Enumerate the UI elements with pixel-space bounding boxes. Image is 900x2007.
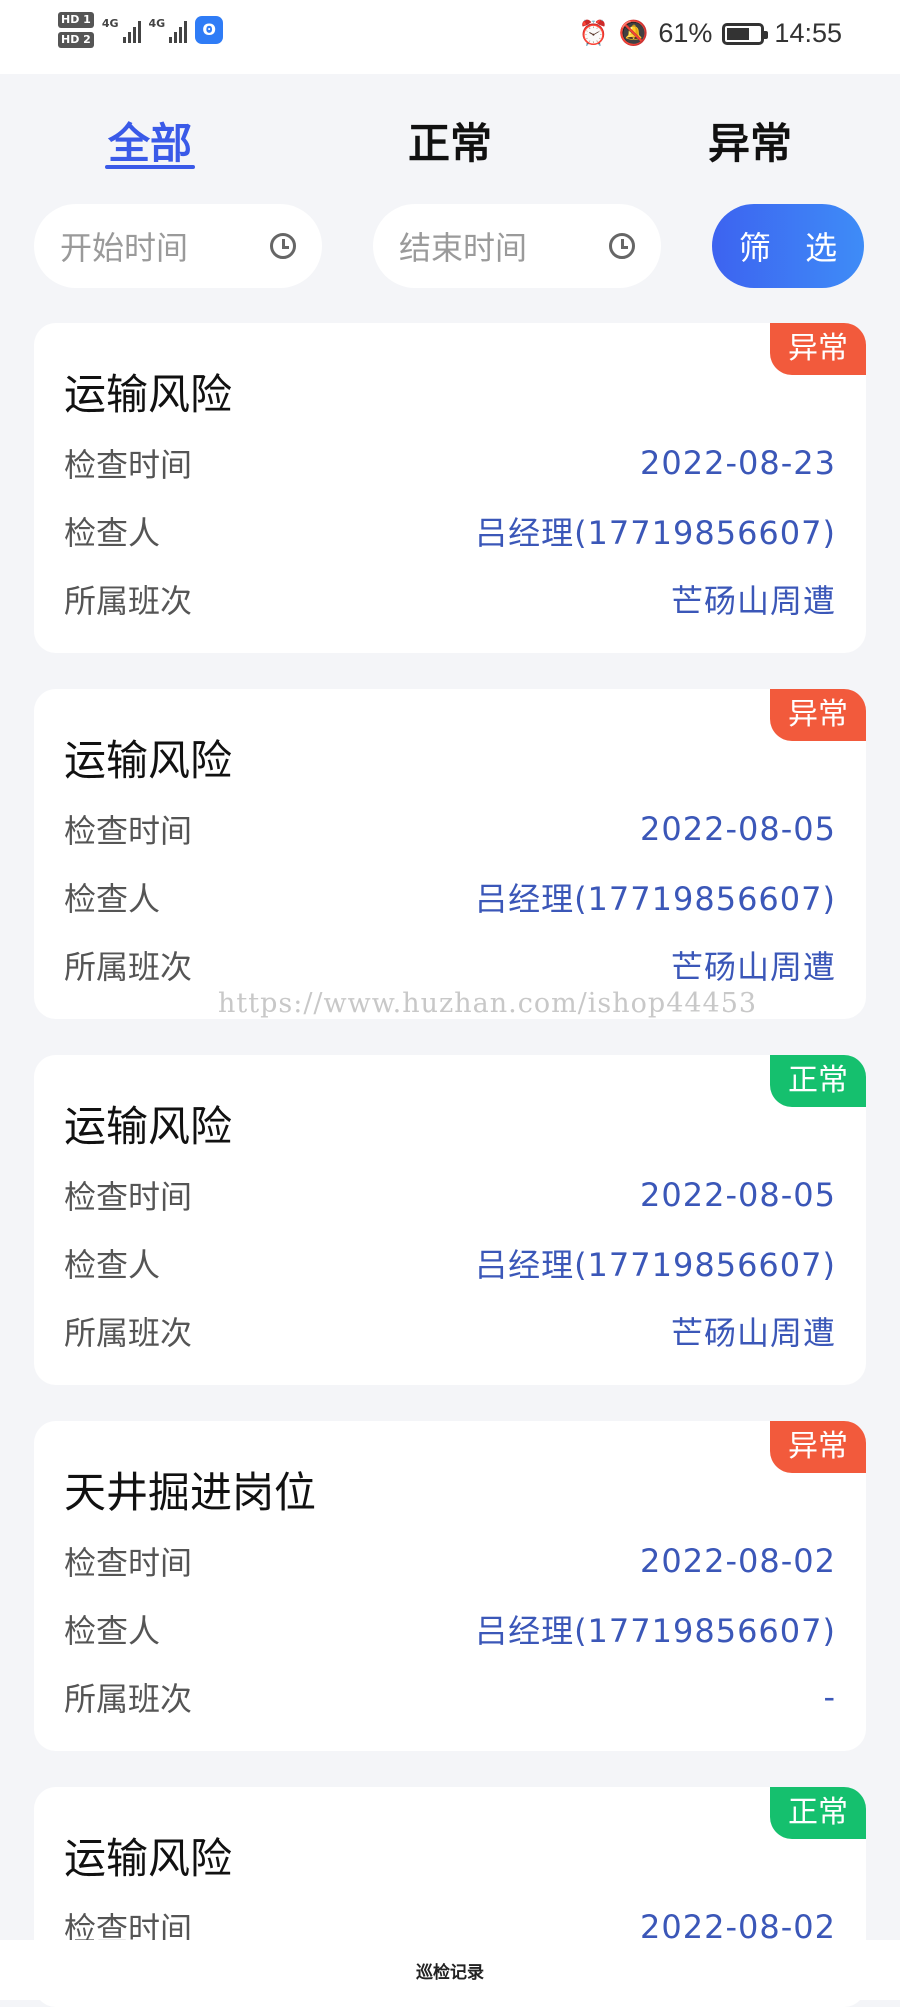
filter-button[interactable]: 筛 选 [712, 204, 864, 288]
clock-icon [270, 233, 296, 259]
inspector-row: 检查人 吕经理(17719856607) [64, 1243, 836, 1284]
inspector-label: 检查人 [64, 1246, 161, 1284]
tab-abnormal[interactable]: 异常 [708, 110, 792, 171]
inspector-value: 吕经理(17719856607) [475, 880, 836, 918]
status-badge: 异常 [770, 689, 866, 741]
status-badge: 正常 [770, 1055, 866, 1107]
start-time-input[interactable]: 开始时间 [34, 204, 322, 288]
check-time-row: 检查时间 2022-08-23 [64, 443, 836, 484]
status-badge: 异常 [770, 323, 866, 375]
tab-all[interactable]: 全部 [108, 110, 192, 171]
inspector-label: 检查人 [64, 514, 161, 552]
check-time-label: 检查时间 [64, 812, 193, 850]
status-bar: HD 1 HD 2 4G 4G ʘ ⏰ 🔕 61% 14:55 [0, 0, 900, 74]
status-tabs: 全部 正常 异常 [0, 74, 900, 174]
shift-row: 所属班次 芒砀山周遭 [64, 1311, 836, 1352]
signal-icon-2: 4G [149, 17, 188, 43]
record-card[interactable]: 异常 运输风险 检查时间 2022-08-05 检查人 吕经理(17719856… [34, 689, 866, 1019]
network-label: 4G [148, 17, 166, 30]
bottom-title-bar: 巡检记录 [0, 1940, 900, 2000]
hd1-badge: HD 1 [58, 12, 94, 28]
shift-label: 所属班次 [64, 948, 193, 986]
hd2-badge: HD 2 [58, 32, 94, 48]
check-time-label: 检查时间 [64, 1178, 193, 1216]
inspector-row: 检查人 吕经理(17719856607) [64, 1609, 836, 1650]
shift-label: 所属班次 [64, 1680, 193, 1718]
status-badge: 异常 [770, 1421, 866, 1473]
check-time-row: 检查时间 2022-08-02 [64, 1541, 836, 1582]
shift-row: 所属班次 芒砀山周遭 [64, 579, 836, 620]
check-time-row: 检查时间 2022-08-05 [64, 1175, 836, 1216]
start-time-placeholder: 开始时间 [60, 229, 189, 267]
bell-off-icon: 🔕 [618, 20, 649, 47]
shift-label: 所属班次 [64, 582, 193, 620]
inspector-label: 检查人 [64, 1612, 161, 1650]
record-title: 运输风险 [64, 1834, 233, 1883]
shift-row: 所属班次 芒砀山周遭 [64, 945, 836, 986]
inspector-label: 检查人 [64, 880, 161, 918]
record-title: 运输风险 [64, 736, 233, 785]
shift-value: 芒砀山周遭 [670, 1314, 836, 1352]
status-left: HD 1 HD 2 4G 4G ʘ [58, 12, 224, 48]
record-card[interactable]: 正常 运输风险 检查时间 2022-08-05 检查人 吕经理(17719856… [34, 1055, 866, 1385]
check-time-label: 检查时间 [64, 446, 193, 484]
check-time-value: 2022-08-02 [640, 1542, 836, 1580]
check-time-value: 2022-08-23 [640, 444, 836, 482]
record-card[interactable]: 异常 运输风险 检查时间 2022-08-23 检查人 吕经理(17719856… [34, 323, 866, 653]
status-badge: 正常 [770, 1787, 866, 1839]
alarm-icon: ⏰ [578, 20, 609, 47]
bottom-title: 巡检记录 [416, 1962, 484, 1983]
active-tab-indicator [105, 165, 195, 169]
clock-time: 14:55 [774, 18, 842, 48]
shift-label: 所属班次 [64, 1314, 193, 1352]
end-time-input[interactable]: 结束时间 [373, 204, 661, 288]
shift-value: 芒砀山周遭 [670, 582, 836, 620]
shift-value: - [823, 1678, 836, 1716]
record-card[interactable]: 异常 天井掘进岗位 检查时间 2022-08-02 检查人 吕经理(177198… [34, 1421, 866, 1751]
network-label: 4G [101, 17, 119, 30]
shift-value: 芒砀山周遭 [670, 948, 836, 986]
app-notification-icon: ʘ [195, 16, 224, 44]
battery-percent: 61% [658, 18, 713, 48]
record-title: 运输风险 [64, 370, 233, 419]
end-time-placeholder: 结束时间 [399, 229, 528, 267]
hd-indicators: HD 1 HD 2 [58, 12, 94, 48]
check-time-row: 检查时间 2022-08-05 [64, 809, 836, 850]
check-time-label: 检查时间 [64, 1544, 193, 1582]
inspector-row: 检查人 吕经理(17719856607) [64, 511, 836, 552]
clock-icon [609, 233, 635, 259]
signal-icon-1: 4G [102, 17, 141, 43]
watermark-text: https://www.huzhan.com/ishop44453 [218, 988, 758, 1019]
inspector-row: 检查人 吕经理(17719856607) [64, 877, 836, 918]
check-time-value: 2022-08-05 [640, 1176, 836, 1214]
check-time-value: 2022-08-05 [640, 810, 836, 848]
inspector-value: 吕经理(17719856607) [475, 1612, 836, 1650]
record-title: 天井掘进岗位 [64, 1468, 317, 1517]
record-title: 运输风险 [64, 1102, 233, 1151]
status-right: ⏰ 🔕 61% 14:55 [579, 18, 842, 49]
inspector-value: 吕经理(17719856607) [475, 1246, 836, 1284]
inspector-value: 吕经理(17719856607) [475, 514, 836, 552]
shift-row: 所属班次 - [64, 1677, 836, 1718]
tab-normal[interactable]: 正常 [408, 110, 492, 171]
battery-icon [722, 22, 769, 45]
